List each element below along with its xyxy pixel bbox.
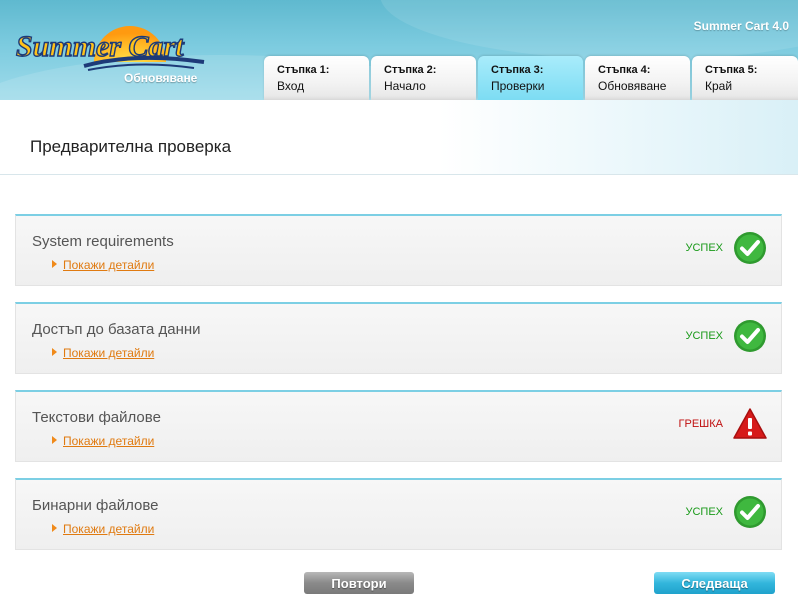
success-check-icon (734, 496, 766, 528)
arrow-right-icon (52, 436, 57, 444)
tab-step-number: Стъпка 5: (705, 64, 758, 76)
logo-text: Summer Cart (16, 30, 185, 63)
error-warning-icon (733, 408, 767, 439)
check-name: Текстови файлове (32, 409, 161, 426)
header: Summer Cart Обновяване Summer Cart 4.0 С… (0, 0, 798, 100)
page-title: Предварителна проверка (30, 137, 232, 156)
tab-step-label: Проверки (491, 79, 545, 93)
tab-step-number: Стъпка 4: (598, 64, 651, 76)
show-details-label: Покажи детайли (63, 434, 155, 448)
tab-step-label: Обновяване (598, 79, 667, 93)
check-panel-text-files: Текстови файлове Покажи детайли ГРЕШКА (15, 390, 782, 462)
app-title: Summer Cart 4.0 (693, 19, 789, 33)
tab-step-label: Начало (384, 79, 426, 93)
tab-step-5[interactable]: Стъпка 5: Край (692, 56, 798, 100)
tab-step-4[interactable]: Стъпка 4: Обновяване (585, 56, 690, 100)
success-check-icon (734, 232, 766, 264)
arrow-right-icon (52, 524, 57, 532)
check-name: Бинарни файлове (32, 497, 159, 514)
summer-cart-logo: Summer Cart Обновяване (14, 22, 224, 86)
show-details-label: Покажи детайли (63, 522, 155, 536)
show-details-link[interactable]: Покажи детайли (52, 522, 155, 536)
status-text: УСПЕХ (685, 330, 723, 342)
show-details-label: Покажи детайли (63, 258, 155, 272)
tab-step-number: Стъпка 1: (277, 64, 330, 76)
tab-step-label: Вход (277, 79, 305, 93)
next-button[interactable]: Следваща (654, 572, 775, 594)
title-band: Предварителна проверка (0, 100, 798, 175)
arrow-right-icon (52, 260, 57, 268)
check-panel-database-access: Достъп до базата данни Покажи детайли УС… (15, 302, 782, 374)
status-text: УСПЕХ (685, 506, 723, 518)
check-name: Достъп до базата данни (32, 321, 201, 338)
show-details-label: Покажи детайли (63, 346, 155, 360)
tab-step-number: Стъпка 2: (384, 64, 437, 76)
tab-step-number: Стъпка 3: (491, 64, 544, 76)
check-panel-binary-files: Бинарни файлове Покажи детайли УСПЕХ (15, 478, 782, 550)
logo-subtitle: Обновяване (124, 71, 198, 85)
show-details-link[interactable]: Покажи детайли (52, 258, 155, 272)
check-panel-system-requirements: System requirements Покажи детайли УСПЕХ (15, 214, 782, 286)
tab-step-label: Край (705, 79, 733, 93)
retry-button[interactable]: Повтори (304, 572, 414, 594)
check-name: System requirements (32, 233, 174, 250)
show-details-link[interactable]: Покажи детайли (52, 434, 155, 448)
tab-step-1[interactable]: Стъпка 1: Вход (264, 56, 369, 100)
status-text: ГРЕШКА (678, 418, 723, 430)
success-check-icon (734, 320, 766, 352)
tab-step-2[interactable]: Стъпка 2: Начало (371, 56, 476, 100)
tab-step-3[interactable]: Стъпка 3: Проверки (478, 56, 583, 100)
status-text: УСПЕХ (685, 242, 723, 254)
sun-logo-icon: Summer Cart (15, 26, 205, 71)
show-details-link[interactable]: Покажи детайли (52, 346, 155, 360)
arrow-right-icon (52, 348, 57, 356)
